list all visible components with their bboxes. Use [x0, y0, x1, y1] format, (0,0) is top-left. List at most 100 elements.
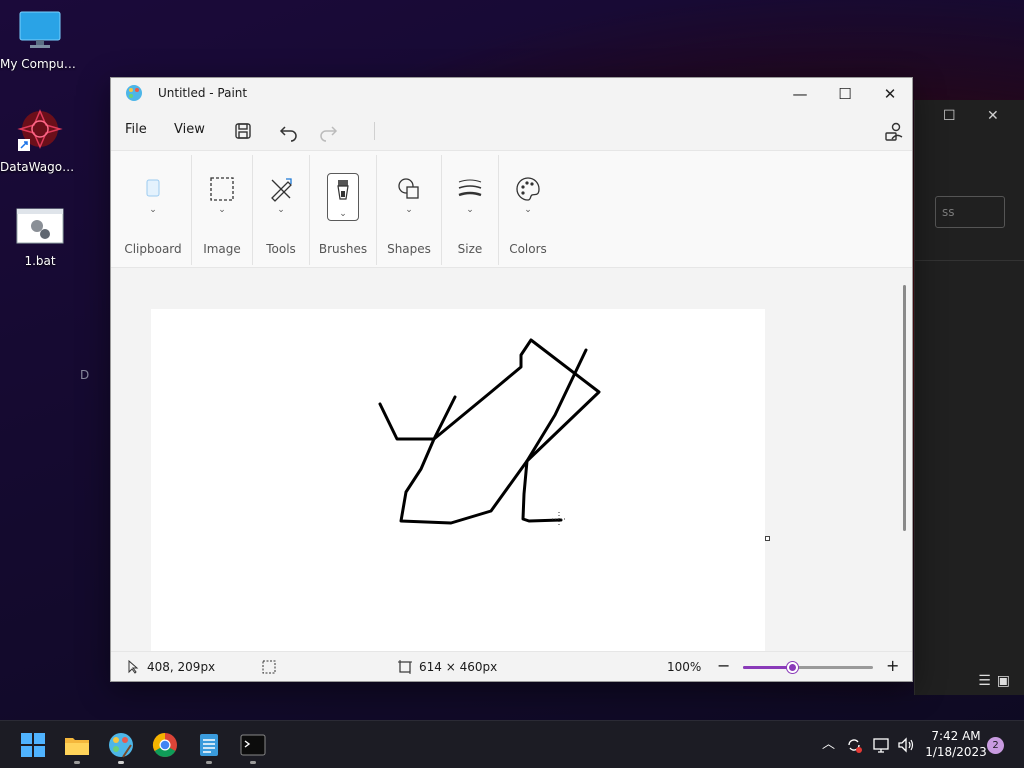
- notepad-icon[interactable]: [195, 731, 223, 759]
- batch-file-icon: [16, 208, 64, 244]
- monitor-icon: [19, 11, 61, 48]
- maximize-button[interactable]: ☐: [823, 82, 867, 106]
- desktop-icon-datawagon[interactable]: DataWagon...: [0, 107, 80, 174]
- desktop-icon-label: DataWagon...: [0, 160, 80, 174]
- chrome-icon[interactable]: [151, 731, 179, 759]
- chevron-up-icon[interactable]: ︿: [822, 733, 835, 752]
- ribbon-group-label: Shapes: [387, 242, 431, 256]
- select-icon: [210, 177, 234, 201]
- view-toggle: ☰ ▣: [978, 673, 1010, 689]
- zoom-out-icon[interactable]: −: [717, 656, 730, 675]
- ribbon-separator: [252, 155, 253, 265]
- ribbon-group-label: Clipboard: [124, 242, 182, 256]
- network-icon[interactable]: [872, 736, 890, 754]
- zoom-slider[interactable]: [743, 662, 873, 673]
- paint-app-icon: [126, 85, 142, 101]
- clock-date: 1/18/2023: [925, 745, 987, 759]
- canvas-size-icon: [398, 660, 412, 674]
- minimize-button[interactable]: —: [778, 82, 822, 106]
- background-window[interactable]: ☐ ✕ ss ☰ ▣: [914, 100, 1024, 695]
- menu-bar: File View: [111, 114, 912, 148]
- vertical-scrollbar[interactable]: [903, 285, 906, 531]
- drawing-strokes: [378, 338, 601, 526]
- zoom-in-icon[interactable]: +: [886, 656, 899, 675]
- desktop-icon-my-computer[interactable]: My Computer: [0, 10, 80, 71]
- ribbon-group-image[interactable]: ⌄ Image: [193, 151, 251, 269]
- close-icon[interactable]: ✕: [987, 108, 999, 124]
- window-title: Untitled - Paint: [158, 86, 248, 100]
- notification-badge[interactable]: 2: [987, 737, 1004, 754]
- datawagon-logo-icon: [17, 109, 63, 151]
- ribbon-separator: [191, 155, 192, 265]
- start-icon[interactable]: [19, 731, 47, 759]
- volume-icon[interactable]: [897, 736, 915, 754]
- ribbon-group-colors[interactable]: ⌄ Colors: [500, 151, 556, 269]
- close-button[interactable]: ✕: [868, 82, 912, 106]
- terminal-icon[interactable]: [239, 731, 267, 759]
- stroke: [399, 437, 529, 525]
- details-view-icon[interactable]: ☰: [978, 673, 991, 689]
- taskbar: ︿ 7:42 AM 1/18/2023 2: [0, 720, 1024, 768]
- ribbon-group-label: Colors: [509, 242, 547, 256]
- desktop-icon-bat[interactable]: 1.bat: [0, 207, 80, 268]
- ribbon-group-shapes[interactable]: ⌄ Shapes: [378, 151, 440, 269]
- chevron-down-icon: ⌄: [277, 205, 285, 215]
- shapes-icon: [398, 178, 419, 199]
- chevron-down-icon: ⌄: [524, 205, 532, 215]
- palette-icon: [516, 177, 540, 201]
- account-icon[interactable]: [882, 119, 906, 143]
- running-indicator: [250, 761, 256, 764]
- running-indicator: [206, 761, 212, 764]
- background-window-field[interactable]: ss: [935, 196, 1005, 228]
- cursor-icon: [128, 660, 139, 674]
- menu-file[interactable]: File: [125, 122, 147, 137]
- chevron-down-icon: ⌄: [149, 205, 157, 215]
- divider: [915, 260, 1024, 261]
- ribbon-group-label: Tools: [266, 242, 296, 256]
- file-explorer-icon[interactable]: [63, 731, 91, 759]
- desktop-icon-label: My Computer: [0, 57, 80, 71]
- status-bar: 408, 209px 614 × 460px 100% − +: [111, 651, 912, 681]
- ribbon: ⌄ Clipboard ⌄ Image ⌄ Tools ⌄ Brushes ⌄ …: [111, 150, 912, 268]
- ribbon-group-size[interactable]: ⌄ Size: [443, 151, 497, 269]
- title-bar[interactable]: Untitled - Paint — ☐ ✕: [111, 78, 912, 110]
- menu-view[interactable]: View: [174, 122, 205, 137]
- desktop-stray-text: D: [80, 368, 90, 382]
- ribbon-group-tools[interactable]: ⌄ Tools: [254, 151, 308, 269]
- zoom-level: 100%: [667, 660, 702, 674]
- clipboard-icon: [146, 179, 160, 197]
- ribbon-separator: [376, 155, 377, 265]
- maximize-icon[interactable]: ☐: [943, 108, 956, 124]
- ribbon-separator: [441, 155, 442, 265]
- undo-icon[interactable]: [277, 119, 301, 143]
- chevron-down-icon: ⌄: [466, 205, 474, 215]
- redo-icon[interactable]: [316, 119, 340, 143]
- toolbar-separator: [374, 122, 375, 140]
- canvas-resize-handle[interactable]: [765, 536, 770, 541]
- tools-icon: [271, 178, 292, 202]
- desktop-icon-label: 1.bat: [24, 254, 56, 268]
- ribbon-group-label: Image: [203, 242, 241, 256]
- ribbon-separator: [309, 155, 310, 265]
- ribbon-group-clipboard[interactable]: ⌄ Clipboard: [119, 151, 187, 269]
- drawing-canvas[interactable]: [151, 309, 765, 654]
- ribbon-group-brushes[interactable]: ⌄ Brushes: [311, 151, 375, 269]
- stroke: [525, 348, 588, 463]
- stroke: [432, 338, 601, 523]
- brush-icon: [337, 180, 349, 200]
- paint-icon[interactable]: [107, 731, 135, 759]
- save-icon[interactable]: [231, 119, 255, 143]
- preview-view-icon[interactable]: ▣: [997, 673, 1010, 689]
- cursor-position: 408, 209px: [147, 660, 216, 674]
- sync-icon[interactable]: [845, 736, 863, 754]
- paint-window[interactable]: Untitled - Paint — ☐ ✕ File View ⌄ Clipb…: [110, 77, 913, 682]
- ribbon-group-label: Size: [457, 242, 483, 256]
- zoom-slider-fill: [743, 666, 793, 669]
- ribbon-group-label: Brushes: [318, 242, 368, 256]
- canvas-workspace: [111, 269, 912, 654]
- size-icon: [458, 179, 482, 197]
- chevron-down-icon: ⌄: [405, 205, 413, 215]
- system-clock[interactable]: 7:42 AM 1/18/2023: [922, 728, 990, 760]
- zoom-slider-thumb[interactable]: [787, 662, 799, 673]
- running-indicator: [118, 761, 124, 764]
